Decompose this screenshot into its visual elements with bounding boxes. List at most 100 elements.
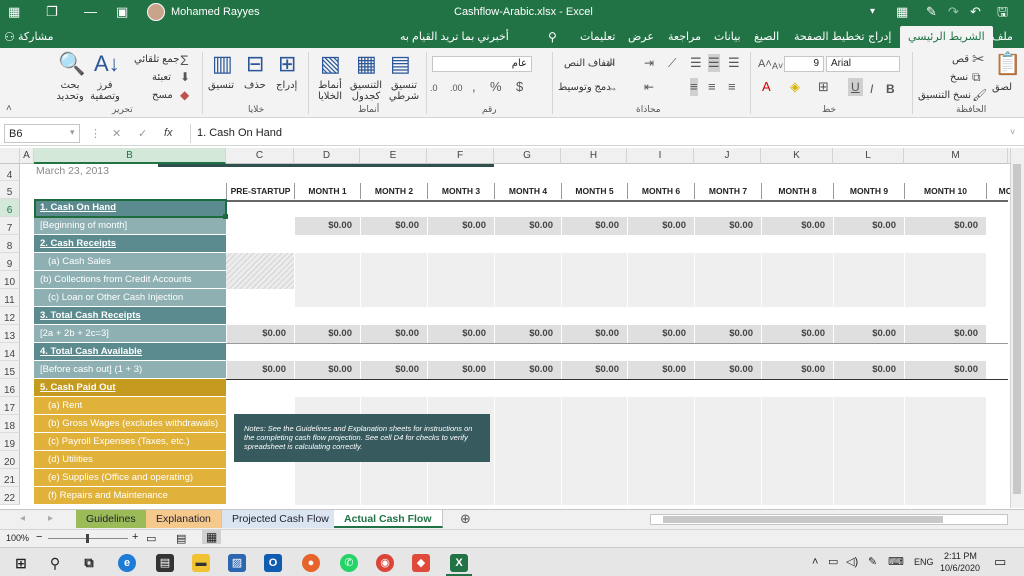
row-header-22[interactable]: 22 xyxy=(0,487,20,505)
input-cell[interactable] xyxy=(561,289,627,307)
input-cell[interactable] xyxy=(904,271,986,289)
money-cell[interactable]: $0.00 xyxy=(427,361,494,379)
minimize-icon[interactable]: — xyxy=(84,4,97,20)
copy-label[interactable]: نسخ xyxy=(950,72,968,83)
whatsapp-icon[interactable]: ✆ xyxy=(340,554,358,572)
money-cell[interactable]: $0.00 xyxy=(294,361,360,379)
column-header-d[interactable]: D xyxy=(294,148,360,164)
notifications-icon[interactable]: ▭ xyxy=(994,554,1006,570)
outdent-icon[interactable]: ⇤ xyxy=(644,78,654,96)
delete-cells-icon[interactable]: ⊟ xyxy=(246,52,264,76)
tab-data[interactable]: بيانات xyxy=(714,30,741,43)
input-cell[interactable] xyxy=(294,469,360,487)
input-cell[interactable] xyxy=(904,487,986,505)
share-button[interactable]: مشاركة xyxy=(18,30,54,43)
row-label[interactable]: [2a + 2b + 2c=3] xyxy=(34,325,226,343)
restore-window-icon[interactable]: ❐ xyxy=(46,4,58,20)
input-cell[interactable] xyxy=(761,451,833,469)
align-right-icon[interactable]: ≡ xyxy=(728,78,736,96)
row-label[interactable]: (a) Rent xyxy=(34,397,226,415)
anydesk-icon[interactable]: ◆ xyxy=(412,554,430,572)
eraser-icon[interactable]: ◆ xyxy=(180,86,189,104)
row-header-18[interactable]: 18 xyxy=(0,415,20,433)
align-top-icon[interactable]: ☰ xyxy=(728,54,740,72)
row-header-7[interactable]: 7 xyxy=(0,217,20,235)
money-cell[interactable]: $0.00 xyxy=(427,325,494,343)
row-header-9[interactable]: 9 xyxy=(0,253,20,271)
clock-time[interactable]: 2:11 PM xyxy=(944,551,977,561)
increase-decimal-icon[interactable]: .00 xyxy=(450,79,463,97)
money-cell[interactable]: $0.00 xyxy=(226,325,294,343)
zoom-level[interactable]: 100% xyxy=(6,533,29,543)
scissors-icon[interactable]: ✂ xyxy=(972,51,985,69)
format-table-label[interactable]: التنسيق كجدول xyxy=(346,80,386,102)
pen-icon[interactable]: ✎ xyxy=(926,4,937,20)
format-cells-icon[interactable]: ▥ xyxy=(212,52,233,76)
tray-chevron-icon[interactable]: ˄ xyxy=(812,556,818,568)
money-cell[interactable]: $0.00 xyxy=(694,325,761,343)
input-cell[interactable] xyxy=(427,271,494,289)
row-header-8[interactable]: 8 xyxy=(0,235,20,253)
formula-input[interactable]: 1. Cash On Hand xyxy=(190,124,1015,143)
input-cell[interactable] xyxy=(294,271,360,289)
paste-label[interactable]: لصق xyxy=(992,82,1012,93)
input-cell[interactable] xyxy=(761,397,833,415)
find-select-icon[interactable]: 🔍 xyxy=(58,52,85,76)
task-view-icon[interactable]: ⧉ xyxy=(80,554,98,572)
sort-filter-label[interactable]: فرز وتصفية xyxy=(90,80,120,102)
row-header-14[interactable]: 14 xyxy=(0,343,20,361)
ribbon-display-icon[interactable]: ▣ xyxy=(116,4,128,20)
avatar[interactable] xyxy=(147,3,165,21)
tell-me-search[interactable]: أخبرني بما تريد القيام به xyxy=(400,30,509,43)
normal-view-icon[interactable]: ▦ xyxy=(202,530,222,544)
input-cell[interactable] xyxy=(627,271,694,289)
row-label[interactable]: 3. Total Cash Receipts xyxy=(34,307,226,325)
align-left-icon[interactable]: ≡ xyxy=(690,78,698,96)
input-cell[interactable] xyxy=(427,487,494,505)
firefox-icon[interactable]: ● xyxy=(302,554,320,572)
input-cell[interactable] xyxy=(833,415,904,433)
input-cell[interactable] xyxy=(494,397,561,415)
input-cell[interactable] xyxy=(494,415,561,433)
excel-icon[interactable]: X xyxy=(450,554,468,572)
money-cell[interactable]: $0.00 xyxy=(494,325,561,343)
money-cell[interactable]: $0.00 xyxy=(627,217,694,235)
money-cell[interactable]: $0.00 xyxy=(226,361,294,379)
sheet-tab-actual[interactable]: Actual Cash Flow xyxy=(334,510,443,528)
keyboard-icon[interactable]: ⌨ xyxy=(888,555,904,568)
column-header-e[interactable]: E xyxy=(360,148,427,164)
horizontal-scrollbar[interactable] xyxy=(650,514,1008,525)
italic-icon[interactable]: I xyxy=(870,80,873,98)
align-middle-icon[interactable]: ☰ xyxy=(708,54,720,72)
tab-help[interactable]: تعليمات xyxy=(580,30,615,43)
column-header-l[interactable]: L xyxy=(833,148,904,164)
confirm-entry-icon[interactable]: ✓ xyxy=(138,127,147,140)
row-label[interactable]: 2. Cash Receipts xyxy=(34,235,226,253)
input-cell[interactable] xyxy=(494,253,561,271)
input-cell[interactable] xyxy=(561,487,627,505)
sheet-tab-explanation[interactable]: Explanation xyxy=(146,510,222,528)
money-cell[interactable]: $0.00 xyxy=(761,217,833,235)
zoom-out-icon[interactable]: − xyxy=(36,531,42,543)
format-painter-label[interactable]: نسخ التنسيق xyxy=(918,90,971,101)
underline-icon[interactable]: U xyxy=(848,78,863,96)
save-icon[interactable]: 🖫 xyxy=(997,4,1008,20)
input-cell[interactable] xyxy=(561,469,627,487)
tab-formulas[interactable]: الصيغ xyxy=(754,30,779,43)
input-cell[interactable] xyxy=(761,469,833,487)
input-cell[interactable] xyxy=(494,271,561,289)
row-header-21[interactable]: 21 xyxy=(0,469,20,487)
money-cell[interactable]: $0.00 xyxy=(427,217,494,235)
page-break-view-icon[interactable]: ▭ xyxy=(146,532,156,545)
row-label[interactable]: [Beginning of month] xyxy=(34,217,226,235)
money-cell[interactable]: $0.00 xyxy=(294,325,360,343)
row-header-19[interactable]: 19 xyxy=(0,433,20,451)
input-cell[interactable] xyxy=(761,289,833,307)
touch-mode-icon[interactable]: ▦ xyxy=(896,4,908,20)
column-header-f[interactable]: F xyxy=(427,148,494,164)
input-cell[interactable] xyxy=(494,433,561,451)
tab-page-layout[interactable]: تخطيط الصفحة xyxy=(794,30,865,43)
input-cell[interactable] xyxy=(294,487,360,505)
font-color-icon[interactable]: A xyxy=(762,78,771,96)
input-cell[interactable] xyxy=(427,289,494,307)
